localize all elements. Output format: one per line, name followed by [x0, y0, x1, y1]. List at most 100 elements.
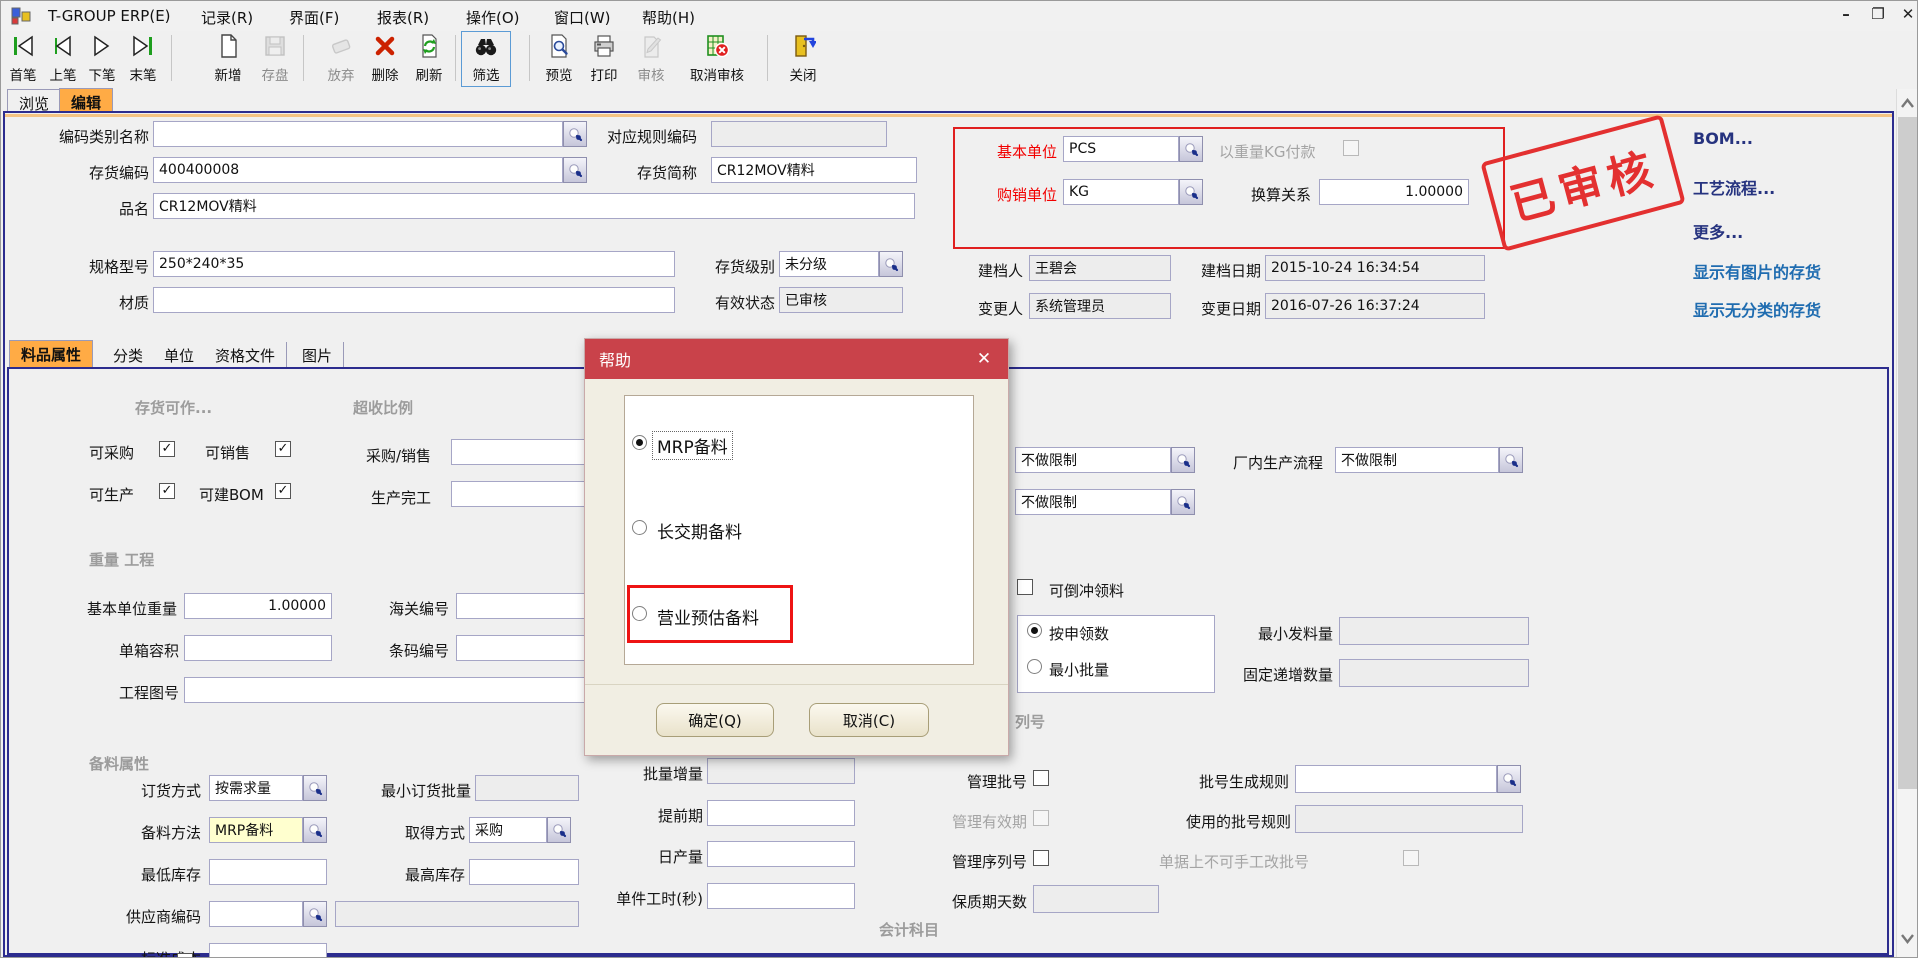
max-stock-label: 最高库存	[385, 864, 465, 885]
option-mrp-radio[interactable]	[632, 435, 647, 450]
can-sell-checkbox[interactable]	[275, 441, 291, 457]
tab-qualification-files[interactable]: 资格文件	[204, 342, 287, 368]
manage-serial-checkbox[interactable]	[1033, 850, 1049, 866]
order-mode-lookup-button[interactable]	[303, 775, 327, 801]
toolbar-refresh[interactable]: 刷新	[407, 33, 451, 85]
level-lookup-button[interactable]	[879, 251, 903, 277]
restore-button[interactable]: ❐	[1865, 5, 1891, 23]
code-category-lookup-button[interactable]	[563, 121, 587, 147]
order-mode-field[interactable]: 按需求量	[209, 775, 303, 801]
trade-unit-lookup-button[interactable]	[1179, 179, 1203, 205]
max-stock-field[interactable]	[469, 859, 579, 885]
batch-rule-field[interactable]	[1295, 765, 1497, 793]
menu-item-report[interactable]: 报表(R)	[377, 7, 429, 28]
base-unit-field[interactable]: PCS	[1063, 136, 1179, 162]
factory-flow-lookup-button[interactable]	[1499, 447, 1523, 473]
trade-unit-field[interactable]: KG	[1063, 179, 1179, 205]
toolbar-next-record[interactable]: 下笔	[83, 33, 121, 85]
tab-classification[interactable]: 分类	[102, 342, 155, 368]
tab-item-attributes[interactable]: 料品属性	[9, 340, 93, 368]
scroll-up-icon[interactable]	[1896, 95, 1918, 113]
conv-field[interactable]: 1.00000	[1319, 179, 1469, 205]
toolbar-preview[interactable]: 预览	[537, 33, 581, 85]
prep-method-field[interactable]: MRP备料	[209, 817, 303, 843]
daily-output-field[interactable]	[707, 841, 855, 867]
item-short-field[interactable]: CR12MOV精料	[711, 157, 917, 183]
shelf-days-label: 保质期天数	[929, 891, 1027, 912]
link-more[interactable]: 更多...	[1693, 219, 1743, 243]
can-purchase-checkbox[interactable]	[159, 441, 175, 457]
cancel-button[interactable]: 取消(C)	[809, 703, 929, 737]
menu-item-view[interactable]: 界面(F)	[289, 7, 339, 28]
toolbar-delete[interactable]: 删除	[364, 33, 406, 85]
restriction-2-lookup-button[interactable]	[1171, 489, 1195, 515]
lead-time-field[interactable]	[707, 800, 855, 826]
minimize-button[interactable]: –	[1833, 5, 1859, 23]
eraser-icon	[328, 33, 354, 63]
toolbar-print[interactable]: 打印	[583, 33, 625, 85]
restriction-1-lookup-button[interactable]	[1171, 447, 1195, 473]
prep-method-lookup-button[interactable]	[303, 817, 327, 843]
menu-item-action[interactable]: 操作(O)	[466, 7, 520, 28]
acquire-mode-lookup-button[interactable]	[547, 817, 571, 843]
toolbar-prev-record[interactable]: 上笔	[43, 33, 83, 85]
scroll-down-icon[interactable]	[1896, 929, 1918, 947]
toolbar-separator	[529, 35, 530, 81]
link-show-unclassified[interactable]: 显示无分类的存货	[1693, 297, 1821, 321]
close-button[interactable]: ✕	[1895, 5, 1918, 23]
level-label: 存货级别	[693, 256, 775, 277]
menu-item-window[interactable]: 窗口(W)	[554, 7, 611, 28]
toolbar-close-form[interactable]: 关闭	[781, 33, 825, 85]
factory-flow-field[interactable]: 不做限制	[1335, 447, 1499, 473]
min-stock-field[interactable]	[209, 859, 327, 885]
level-field[interactable]: 未分级	[779, 251, 879, 277]
toolbar-filter[interactable]: 筛选	[463, 33, 509, 85]
link-bom[interactable]: BOM...	[1693, 129, 1753, 148]
batch-rule-lookup-button[interactable]	[1497, 765, 1521, 793]
supplier-code-field[interactable]	[209, 901, 303, 927]
tab-units[interactable]: 单位	[153, 342, 206, 368]
restriction-field-1[interactable]: 不做限制	[1015, 447, 1171, 473]
manage-batch-checkbox[interactable]	[1033, 770, 1049, 786]
delete-x-icon	[372, 33, 398, 63]
restriction-field-2[interactable]: 不做限制	[1015, 489, 1171, 515]
modify-date-field: 2016-07-26 16:37:24	[1265, 293, 1485, 319]
help-dialog-close-icon[interactable]: ✕	[968, 347, 1000, 371]
acquire-mode-label: 取得方式	[385, 822, 465, 843]
toolbar-cancel-audit[interactable]: 取消审核	[675, 33, 759, 85]
link-show-with-images[interactable]: 显示有图片的存货	[1693, 259, 1821, 283]
no-manual-batch-label: 单据上不可手工改批号	[1159, 851, 1309, 872]
box-volume-field[interactable]	[184, 635, 332, 661]
spec-field[interactable]: 250*240*35	[153, 251, 675, 277]
option-long-lead-radio[interactable]	[632, 520, 647, 535]
unit-seconds-field[interactable]	[707, 883, 855, 909]
issue-min-batch-radio[interactable]	[1027, 659, 1042, 674]
std-cost-field[interactable]	[209, 943, 327, 958]
material-field[interactable]	[153, 287, 675, 313]
issue-by-apply-radio[interactable]	[1027, 623, 1042, 638]
option-long-lead-label[interactable]: 长交期备料	[657, 518, 742, 543]
item-code-field[interactable]: 400400008	[153, 157, 563, 183]
item-name-field[interactable]: CR12MOV精料	[153, 193, 915, 219]
base-unit-lookup-button[interactable]	[1179, 136, 1203, 162]
acquire-mode-field[interactable]: 采购	[469, 817, 547, 843]
tab-images[interactable]: 图片	[291, 342, 344, 368]
toolbar-first-record[interactable]: 首笔	[3, 33, 43, 85]
toolbar-last-record[interactable]: 末笔	[121, 33, 165, 85]
menu-item-app[interactable]: T-GROUP ERP(E)	[48, 7, 171, 25]
ok-button[interactable]: 确定(Q)	[656, 703, 774, 737]
supplier-lookup-button[interactable]	[303, 901, 327, 927]
menu-item-record[interactable]: 记录(R)	[201, 7, 253, 28]
help-dialog-titlebar[interactable]: 帮助	[585, 339, 1008, 379]
scrollbar-thumb[interactable]	[1898, 117, 1917, 789]
unit-weight-field[interactable]: 1.00000	[184, 593, 332, 619]
item-code-lookup-button[interactable]	[563, 157, 587, 183]
toolbar-new[interactable]: 新增	[206, 33, 250, 85]
backflush-checkbox[interactable]	[1017, 579, 1033, 595]
menu-item-help[interactable]: 帮助(H)	[642, 7, 695, 28]
link-process-flow[interactable]: 工艺流程...	[1693, 175, 1775, 199]
can-build-bom-checkbox[interactable]	[275, 483, 291, 499]
code-category-field[interactable]	[153, 121, 563, 147]
option-mrp-label[interactable]: MRP备料	[653, 432, 732, 459]
can-produce-checkbox[interactable]	[159, 483, 175, 499]
